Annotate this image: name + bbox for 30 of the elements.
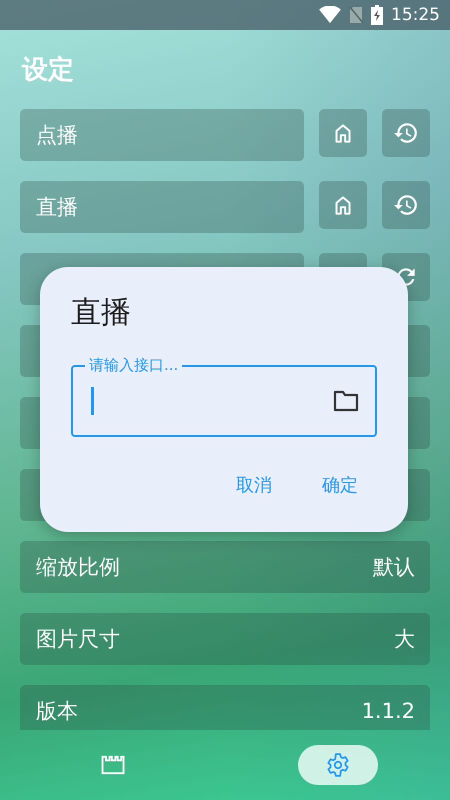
no-sim-icon [349, 6, 363, 24]
row-value: 1.1.2 [362, 699, 415, 723]
history-button[interactable] [382, 181, 430, 229]
row-label: 版本 [36, 698, 78, 725]
row-label: 缩放比例 [36, 554, 120, 581]
settings-row[interactable]: 直播 [20, 181, 304, 233]
home-button[interactable] [319, 181, 367, 229]
row-label: 图片尺寸 [36, 626, 120, 653]
field-label: 请输入接口... [85, 356, 182, 374]
settings-row[interactable]: 图片尺寸 大 [20, 613, 430, 665]
wifi-icon [319, 6, 341, 24]
settings-row[interactable]: 缩放比例 默认 [20, 541, 430, 593]
home-button[interactable] [319, 109, 367, 157]
dialog-title: 直播 [71, 294, 131, 332]
row-label: 点播 [36, 122, 78, 149]
settings-row[interactable]: 点播 [20, 109, 304, 161]
history-button[interactable] [382, 109, 430, 157]
settings-row[interactable]: 版本 1.1.2 [20, 685, 430, 730]
battery-charging-icon [371, 5, 383, 25]
folder-icon[interactable] [333, 390, 359, 412]
row-value: 默认 [373, 554, 415, 581]
page-title: 设定 [22, 54, 75, 87]
settings-icon [324, 752, 350, 778]
row-label: 直播 [36, 194, 78, 221]
status-time: 15:25 [391, 5, 440, 25]
nav-tab[interactable] [298, 745, 378, 785]
row-value: 大 [394, 626, 415, 653]
dialog-button[interactable]: 取消 [236, 473, 272, 497]
dialog-button[interactable]: 确定 [322, 473, 358, 497]
text-cursor [91, 387, 94, 415]
